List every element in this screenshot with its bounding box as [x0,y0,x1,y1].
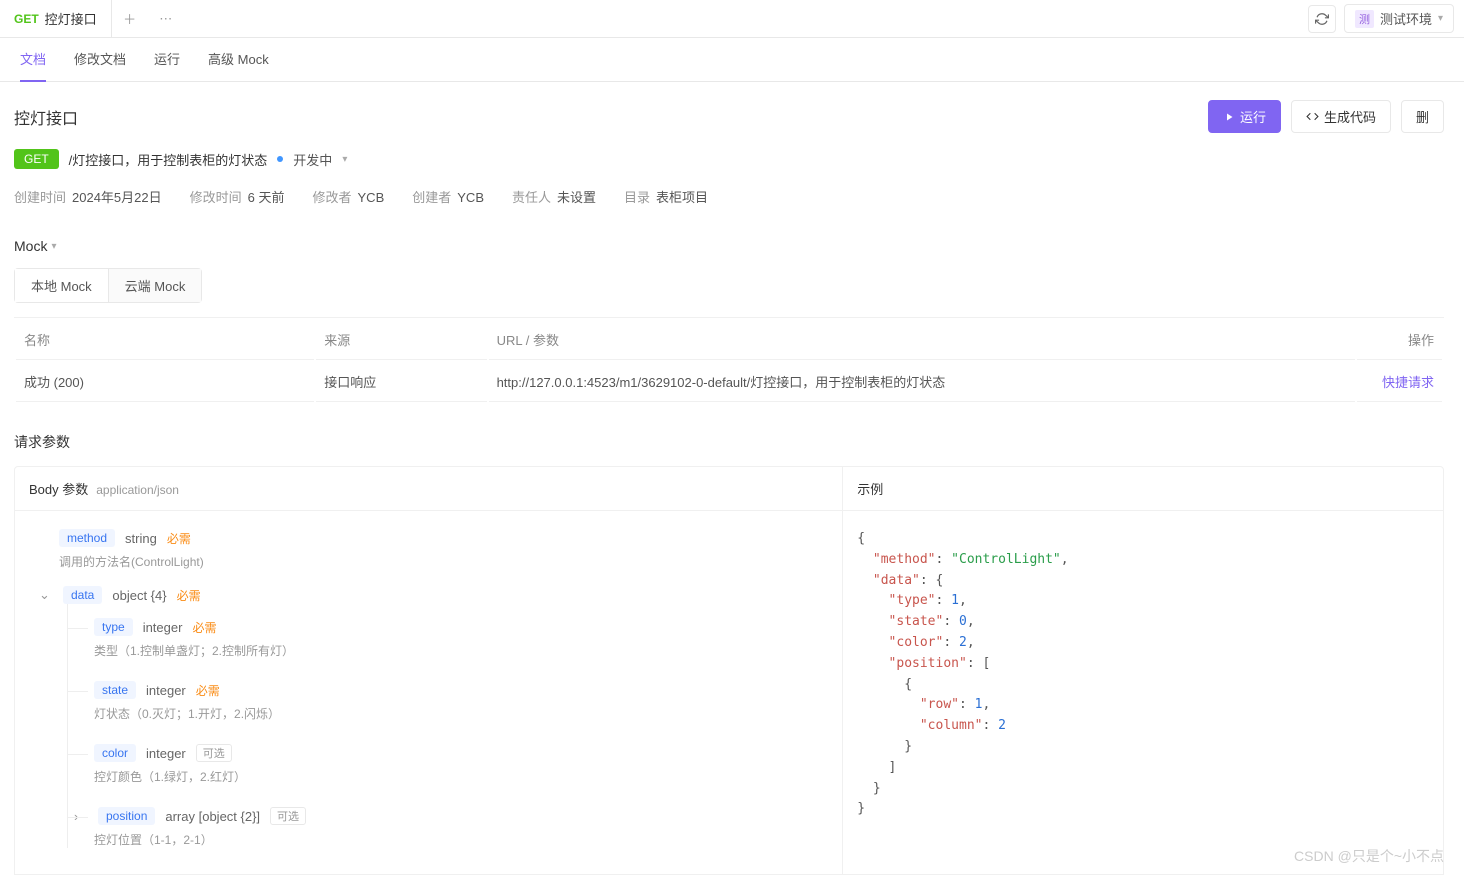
request-params-title: 请求参数 [14,432,1444,452]
col-source: 来源 [316,320,486,360]
status-dot-icon [277,156,283,162]
meta-row: 创建时间2024年5月22日 修改时间6 天前 修改者YCB 创建者YCB 责任… [14,187,1444,206]
body-params-label: Body 参数 [29,482,88,497]
mock-table: 名称 来源 URL / 参数 操作 成功 (200) 接口响应 http://1… [14,317,1444,404]
env-label: 测试环境 [1380,9,1432,28]
chevron-down-icon[interactable]: ▾ [342,154,347,165]
top-bar: GET 控灯接口 ＋ ⋯ 测 测试环境 ▾ [0,0,1464,38]
example-json: { "method": "ControlLight", "data": { "t… [843,511,1443,874]
api-path: /灯控接口，用于控制表柜的灯状态 [69,150,268,169]
table-row: 成功 (200) 接口响应 http://127.0.0.1:4523/m1/3… [16,362,1442,402]
refresh-icon [1315,12,1329,26]
example-label: 示例 [857,482,883,497]
schema-tree: method string 必需 调用的方法名(ControlLight) ⌄ … [15,511,843,874]
col-op: 操作 [1357,320,1442,360]
page-title: 控灯接口 [14,105,78,129]
generate-code-button[interactable]: 生成代码 [1291,100,1391,133]
collapse-icon[interactable]: ⌄ [39,587,53,603]
expand-icon[interactable]: › [74,809,88,824]
prop-method[interactable]: method [59,529,115,547]
tab-title: 控灯接口 [45,9,97,28]
chevron-down-icon: ▾ [51,241,56,252]
editor-tab[interactable]: GET 控灯接口 [0,0,112,37]
content-type: application/json [96,483,179,497]
mock-section-title[interactable]: Mock ▾ [14,238,1444,254]
delete-button[interactable]: 删 [1401,100,1444,133]
mock-tab-local[interactable]: 本地 Mock [15,269,109,302]
add-tab-button[interactable]: ＋ [112,9,148,28]
environment-selector[interactable]: 测 测试环境 ▾ [1344,4,1454,33]
method-tag: GET [14,149,59,169]
quick-request-link[interactable]: 快捷请求 [1357,362,1442,402]
prop-color[interactable]: color [94,744,136,762]
tab-run[interactable]: 运行 [154,37,180,82]
play-icon [1223,111,1235,123]
watermark: CSDN @只是个~小不点 [1294,846,1444,866]
mock-tab-cloud[interactable]: 云端 Mock [109,269,202,302]
api-status: 开发中 [293,150,332,169]
tab-mock[interactable]: 高级 Mock [208,37,269,82]
tab-doc[interactable]: 文档 [20,37,46,82]
prop-data[interactable]: data [63,586,102,604]
col-name: 名称 [16,320,314,360]
chevron-down-icon: ▾ [1438,13,1443,24]
env-badge: 测 [1355,10,1374,28]
prop-type[interactable]: type [94,618,133,636]
tab-method: GET [14,12,39,26]
tab-more-button[interactable]: ⋯ [148,11,184,27]
col-url: URL / 参数 [489,320,1355,360]
run-button[interactable]: 运行 [1208,100,1281,133]
refresh-button[interactable] [1308,5,1336,33]
prop-position[interactable]: position [98,807,155,825]
mock-tabs: 本地 Mock 云端 Mock [14,268,202,303]
prop-state[interactable]: state [94,681,136,699]
code-icon [1306,110,1319,123]
main-tabs: 文档 修改文档 运行 高级 Mock [0,38,1464,82]
tab-edit[interactable]: 修改文档 [74,37,126,82]
